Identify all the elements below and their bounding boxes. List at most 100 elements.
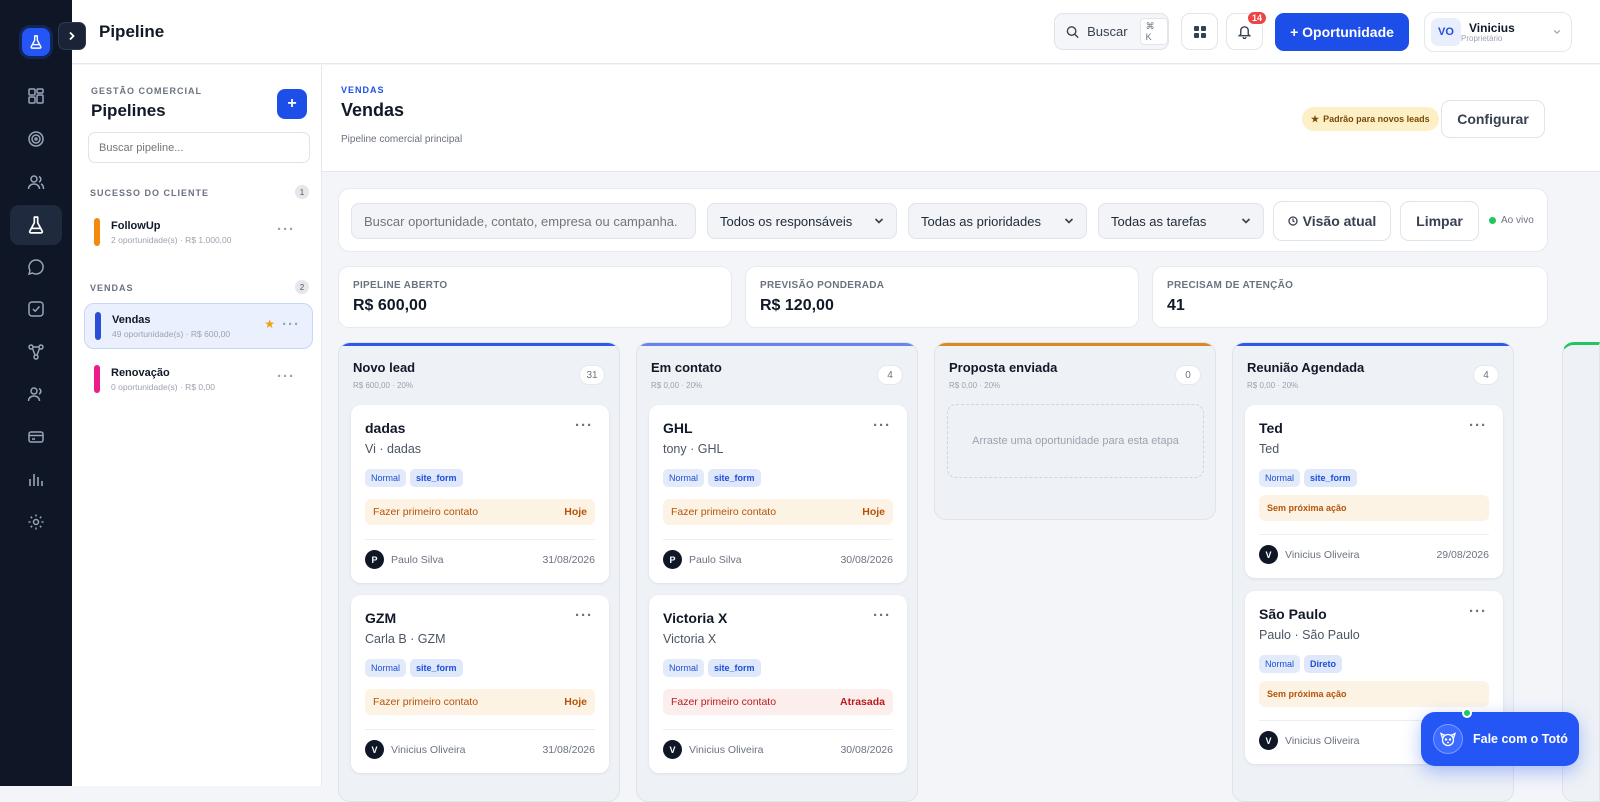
pipeline-name: Vendas xyxy=(112,313,151,326)
reports-bar-icon[interactable] xyxy=(18,461,54,497)
stage-color-bar xyxy=(1233,343,1513,346)
stage-count: 4 xyxy=(1473,365,1499,385)
more-dots-icon[interactable]: ··· xyxy=(1469,417,1487,434)
pipeline-meta: 49 oportunidade(s) · R$ 600,00 xyxy=(112,328,231,339)
card-subtitle: Vi · dadas xyxy=(365,442,422,456)
pipeline-flask-icon[interactable] xyxy=(10,205,62,245)
card-footer: V Vinicius Oliveira 29/08/2026 xyxy=(1259,534,1489,564)
pipeline-color-bar xyxy=(94,218,100,246)
clear-filters-button[interactable]: Limpar xyxy=(1400,201,1479,241)
card-date: 30/08/2026 xyxy=(840,553,893,566)
stage-name: Proposta enviada xyxy=(949,360,1058,375)
flask-logo-icon[interactable] xyxy=(22,28,50,56)
next-task[interactable]: Fazer primeiro contato Hoje xyxy=(663,499,893,525)
more-dots-icon[interactable]: ··· xyxy=(277,221,295,238)
avatar: V xyxy=(663,740,682,759)
card-subtitle: Victoria X xyxy=(663,632,717,646)
chat-assistant-button[interactable]: Fale com o Totó xyxy=(1421,708,1579,766)
card-footer: V Vinicius Oliveira 31/08/2026 xyxy=(365,729,595,759)
default-pipeline-badge: ★ Padrão para novos leads xyxy=(1302,107,1439,131)
opportunity-card[interactable]: dadas Vi · dadas ··· Normal site_form Fa… xyxy=(351,405,609,583)
chevron-right-icon xyxy=(69,31,75,41)
owner-select[interactable]: Todos os responsáveis xyxy=(707,203,897,239)
current-view-button[interactable]: Visão atual xyxy=(1273,201,1391,241)
stage-column-em-contato: Em contato R$ 0,00 · 20% 4 GHL tony · GH… xyxy=(636,342,918,802)
opportunity-card[interactable]: Victoria X Victoria X ··· Normal site_fo… xyxy=(649,595,907,773)
tasks-select[interactable]: Todas as tarefas xyxy=(1098,203,1264,239)
global-search-button[interactable]: Buscar ⌘ K xyxy=(1054,13,1169,50)
task-label: Fazer primeiro contato xyxy=(373,696,479,708)
avatar: VO xyxy=(1431,18,1461,46)
collapse-sidebar-button[interactable] xyxy=(58,22,86,50)
more-dots-icon[interactable]: ··· xyxy=(277,368,295,385)
pipeline-meta: 2 oportunidade(s) · R$ 1.000,00 xyxy=(111,234,232,245)
more-dots-icon[interactable]: ··· xyxy=(873,607,891,624)
pipeline-item-renovacao[interactable]: Renovação 0 oportunidade(s) · R$ 0,00 ··… xyxy=(84,356,313,402)
owner-name: Vinicius Oliveira xyxy=(1285,734,1360,747)
more-dots-icon[interactable]: ··· xyxy=(873,417,891,434)
avatar: V xyxy=(1259,731,1278,750)
notifications-count-badge: 14 xyxy=(1245,10,1268,26)
pipeline-name: Renovação xyxy=(111,366,170,379)
opportunity-card[interactable]: GHL tony · GHL ··· Normal site_form Faze… xyxy=(649,405,907,583)
checkbox-tasks-icon[interactable] xyxy=(18,291,54,327)
user-name: Vinicius xyxy=(1469,20,1515,35)
billing-card-icon[interactable] xyxy=(18,419,54,455)
dashboard-icon[interactable] xyxy=(18,78,54,114)
more-dots-icon[interactable]: ··· xyxy=(575,607,593,624)
more-dots-icon[interactable]: ··· xyxy=(282,316,300,333)
add-pipeline-button[interactable]: + xyxy=(277,89,307,119)
user-menu[interactable]: VO Vinicius Proprietário xyxy=(1424,12,1572,52)
new-opportunity-button[interactable]: + Oportunidade xyxy=(1275,13,1409,51)
no-next-action: Sem próxima ação xyxy=(1259,495,1489,521)
empty-drop-zone[interactable]: Arraste uma oportunidade para esta etapa xyxy=(947,404,1204,478)
notifications-button[interactable]: 14 xyxy=(1226,10,1268,50)
more-dots-icon[interactable]: ··· xyxy=(575,417,593,434)
badge-label: Padrão para novos leads xyxy=(1323,114,1430,124)
target-icon[interactable] xyxy=(18,121,54,157)
contacts-icon[interactable] xyxy=(18,164,54,200)
next-task[interactable]: Fazer primeiro contato Hoje xyxy=(365,689,595,715)
pipeline-item-vendas[interactable]: Vendas 49 oportunidade(s) · R$ 600,00 ★ … xyxy=(84,303,313,349)
team-icon[interactable] xyxy=(18,376,54,412)
priority-tag: Normal xyxy=(1259,469,1301,487)
stage-meta: R$ 0,00 · 20% xyxy=(651,381,703,390)
filters-bar: Todos os responsáveis Todas as prioridad… xyxy=(338,188,1548,252)
opportunity-card[interactable]: GZM Carla B · GZM ··· Normal site_form F… xyxy=(351,595,609,773)
live-label: Ao vivo xyxy=(1501,215,1534,226)
pipeline-color-bar xyxy=(94,365,100,393)
stage-meta: R$ 600,00 · 20% xyxy=(353,381,414,390)
grid-icon xyxy=(1193,25,1206,38)
stage-color-bar xyxy=(339,343,619,346)
chat-bubble-icon[interactable] xyxy=(18,249,54,285)
configure-button[interactable]: Configurar xyxy=(1441,100,1545,138)
breadcrumb: VENDAS xyxy=(341,85,385,95)
card-date: 30/08/2026 xyxy=(840,743,893,756)
chevron-down-icon xyxy=(1064,218,1074,224)
apps-grid-button[interactable] xyxy=(1181,13,1218,50)
dog-mascot-icon xyxy=(1433,724,1463,754)
pipeline-item-followup[interactable]: FollowUp 2 oportunidade(s) · R$ 1.000,00… xyxy=(84,209,313,255)
star-icon: ★ xyxy=(1311,113,1320,124)
task-label: Fazer primeiro contato xyxy=(373,506,479,518)
priority-select[interactable]: Todas as prioridades xyxy=(908,203,1087,239)
workflow-icon[interactable] xyxy=(18,334,54,370)
more-dots-icon[interactable]: ··· xyxy=(1469,603,1487,620)
opportunity-search-input[interactable] xyxy=(351,203,696,239)
stage-meta: R$ 0,00 · 20% xyxy=(949,381,1001,390)
pipeline-search-input[interactable] xyxy=(88,132,310,163)
kpi-open-pipeline: PIPELINE ABERTO R$ 600,00 xyxy=(338,266,732,328)
card-title: Ted xyxy=(1259,420,1283,436)
next-task[interactable]: Fazer primeiro contato Atrasada xyxy=(663,689,893,715)
kpi-label: PREVISÃO PONDERADA xyxy=(760,280,885,291)
kpi-needs-attention: PRECISAM DE ATENÇÃO 41 xyxy=(1152,266,1548,328)
card-subtitle: Ted xyxy=(1259,442,1280,456)
opportunity-card[interactable]: Ted Ted ··· Normal site_form Sem próxima… xyxy=(1245,405,1503,578)
kpi-weighted-forecast: PREVISÃO PONDERADA R$ 120,00 xyxy=(745,266,1139,328)
star-icon[interactable]: ★ xyxy=(264,317,275,331)
next-task[interactable]: Fazer primeiro contato Hoje xyxy=(365,499,595,525)
owner-name: Vinicius Oliveira xyxy=(391,743,466,756)
select-value: Todos os responsáveis xyxy=(720,213,853,229)
page-title: Pipeline xyxy=(99,22,165,41)
settings-gear-icon[interactable] xyxy=(18,504,54,540)
